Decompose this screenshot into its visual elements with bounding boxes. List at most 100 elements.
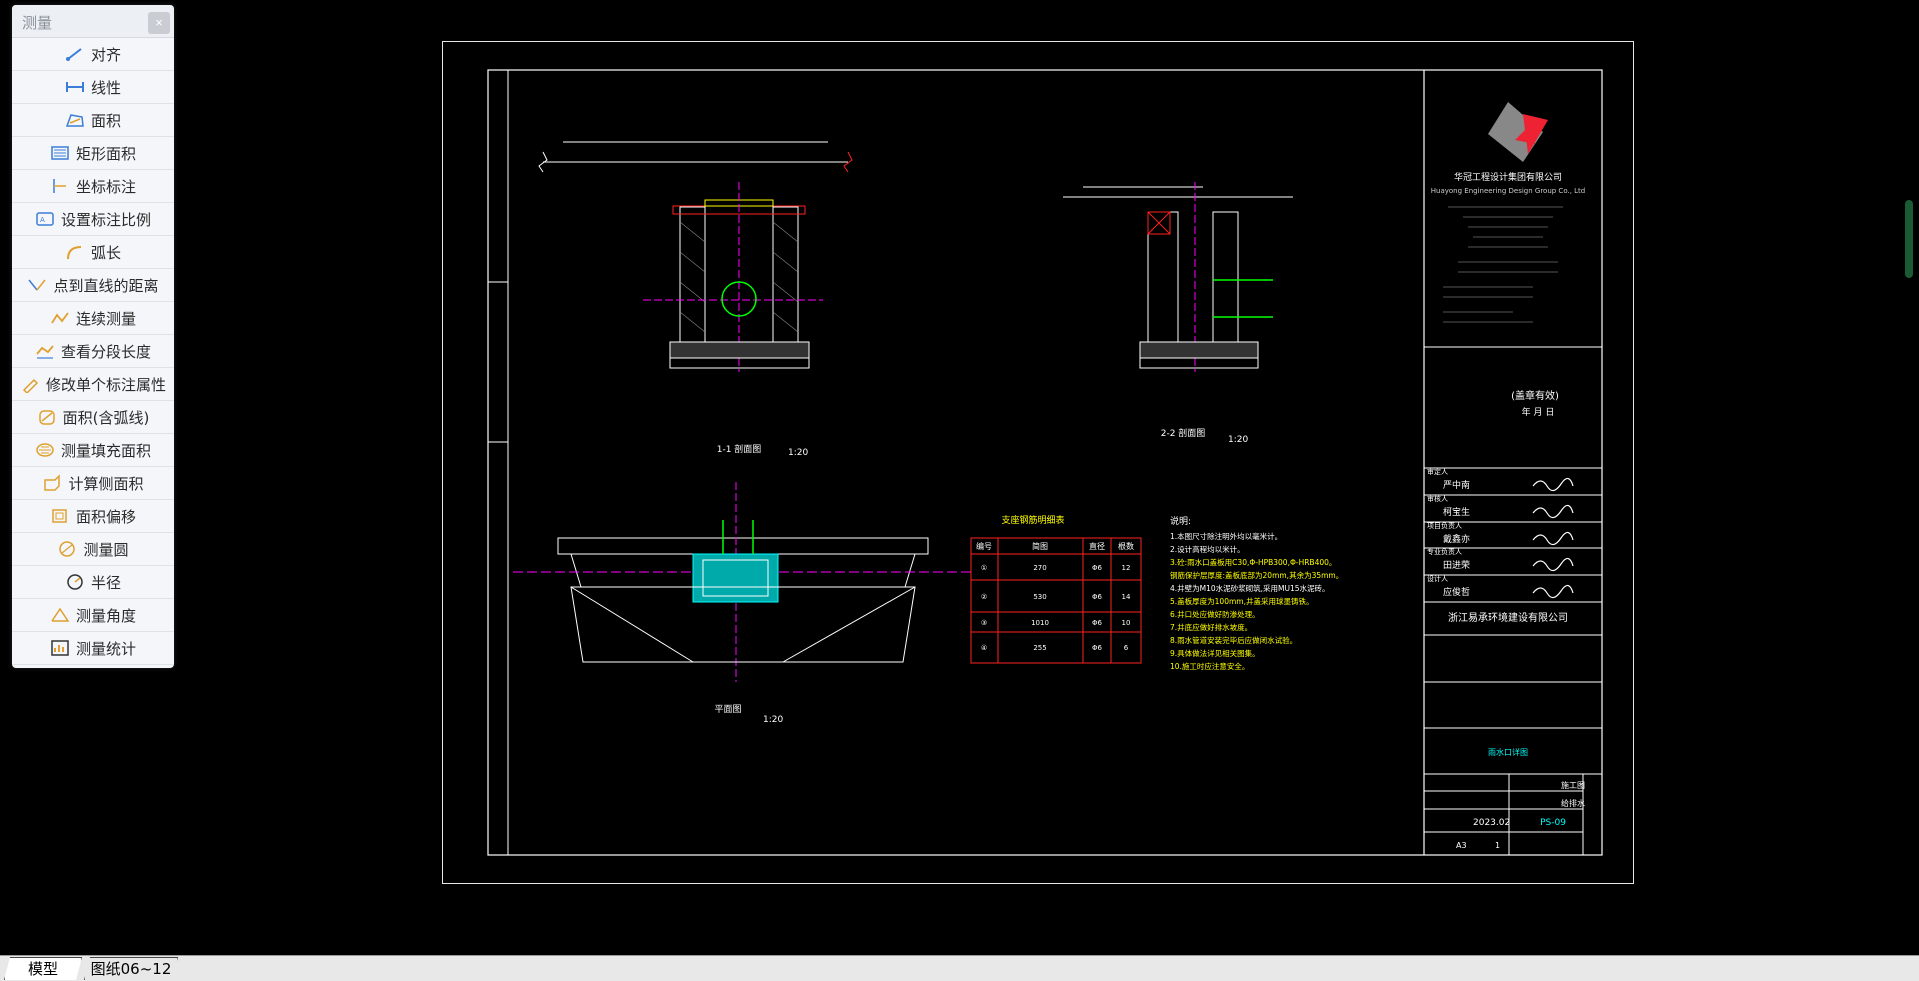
layout-tab-bar: 模型 图纸06~12 xyxy=(0,955,1919,981)
note-line: 7.井底应做好排水坡度。 xyxy=(1170,622,1252,632)
section-2-2-label: 2-2 剖面图 xyxy=(1161,427,1206,439)
tool-label: 坐标标注 xyxy=(75,177,136,196)
tool-label: 查看分段长度 xyxy=(60,342,151,361)
tool-list: 对齐 线性 面积矩形面积坐标标注 A 设置标注比例 弧长 点到直线的距离连续测量查看分段长度… xyxy=(12,38,174,665)
person-role: 项目负责人 xyxy=(1427,521,1462,530)
tool-label: 测量统计 xyxy=(75,639,136,658)
tool-edit-dimension[interactable]: 修改单个标注属性 xyxy=(12,368,174,401)
rebar-cell: 1010 xyxy=(1031,619,1049,627)
rebar-table-title: 支座钢筋明细表 xyxy=(1001,514,1064,526)
note-line: 5.盖板厚度为100mm,井盖采用球墨铸铁。 xyxy=(1170,596,1313,606)
note-line: 9.具体做法详见相关图集。 xyxy=(1170,648,1260,658)
tool-label: 测量圆 xyxy=(83,540,129,559)
person-name: 严中南 xyxy=(1443,479,1470,491)
tool-angle[interactable]: 测量角度 xyxy=(12,599,174,632)
person-name: 田进荣 xyxy=(1443,559,1470,571)
stamp-text: (盖章有效) xyxy=(1511,389,1559,402)
tool-statistics[interactable]: 测量统计 xyxy=(12,632,174,665)
tool-side-area[interactable]: 计算侧面积 xyxy=(12,467,174,500)
side-area-icon xyxy=(42,474,62,492)
rebar-table: 支座钢筋明细表 编号 简图 直径 根数 ① 270 Φ6 12 ② 530 Φ6 14 ③ 1010 Φ6 1… xyxy=(970,514,1142,664)
tool-linear-measure[interactable]: 线性 xyxy=(12,71,174,104)
coordinate-icon xyxy=(50,177,70,195)
linear-measure-icon xyxy=(65,78,85,96)
tool-circle-measure[interactable]: 测量圆 xyxy=(12,533,174,566)
note-line: 1.本图尺寸除注明外均以毫米计。 xyxy=(1170,531,1282,541)
drawing-sheet[interactable]: 华冠工程设计集团有限公司 Huayong Engineering Design … xyxy=(442,41,1634,884)
note-line: 3.砼:雨水口盖板用C30,Φ-HPB300,Φ-HRB400。 xyxy=(1170,557,1336,567)
tool-label: 测量填充面积 xyxy=(60,441,151,460)
plan-view: 平面图 1:20 xyxy=(513,482,973,725)
sheet-number: PS-09 xyxy=(1540,818,1566,828)
panel-header: 测量 × xyxy=(12,5,174,38)
rebar-cell: 6 xyxy=(1124,644,1129,652)
tool-continuous-measure[interactable]: 连续测量 xyxy=(12,302,174,335)
plan-scale: 1:20 xyxy=(763,715,783,725)
close-icon[interactable]: × xyxy=(148,12,170,34)
area-offset-icon xyxy=(50,507,70,525)
segment-length-icon xyxy=(35,342,55,360)
arc-length-icon xyxy=(65,243,85,261)
person-name: 柯宝生 xyxy=(1443,506,1470,518)
tab-model[interactable]: 模型 xyxy=(4,957,82,980)
tool-scale[interactable]: A 设置标注比例 xyxy=(12,203,174,236)
notes-title: 说明: xyxy=(1170,515,1191,527)
note-line: 8.雨水管道安装完毕后应做闭水试验。 xyxy=(1170,635,1297,645)
person-name: 应俊哲 xyxy=(1443,586,1470,598)
person-name: 戴鑫亦 xyxy=(1443,533,1470,545)
rebar-cell: 255 xyxy=(1033,644,1046,652)
signature-mark xyxy=(1532,531,1574,546)
tool-area-offset[interactable]: 面积偏移 xyxy=(12,500,174,533)
scroll-indicator[interactable] xyxy=(1905,200,1913,278)
version: 1 xyxy=(1495,841,1500,850)
continuous-measure-icon xyxy=(50,309,70,327)
tool-coordinate[interactable]: 坐标标注 xyxy=(12,170,174,203)
signature-mark xyxy=(1532,584,1574,599)
tool-fill-area[interactable]: 测量填充面积 xyxy=(12,434,174,467)
person-role: 审定人 xyxy=(1427,467,1448,476)
note-line: 4.井壁为M10水泥砂浆砌筑,采用MU15水泥砖。 xyxy=(1170,583,1330,593)
rebar-cell: ④ xyxy=(981,644,987,652)
tool-label: 计算侧面积 xyxy=(68,474,144,493)
rebar-cell: 530 xyxy=(1033,593,1046,601)
tool-arc-length[interactable]: 弧长 xyxy=(12,236,174,269)
design-notes: 说明: 1.本图尺寸除注明外均以毫米计。 2.设计高程均以米计。 3.砼:雨水口盖板… xyxy=(1170,515,1343,671)
tool-area[interactable]: 面积 xyxy=(12,104,174,137)
company-logo xyxy=(1488,102,1548,162)
section-2-2-scale: 1:20 xyxy=(1228,435,1248,445)
rebar-cell: Φ6 xyxy=(1092,564,1103,572)
scale-icon: A xyxy=(35,210,55,228)
tool-label: 面积偏移 xyxy=(75,507,136,526)
tool-radius[interactable]: 半径 xyxy=(12,566,174,599)
rebar-cell: ② xyxy=(981,593,987,601)
rebar-cell: 10 xyxy=(1122,619,1131,627)
rebar-cell: 270 xyxy=(1033,564,1046,572)
tool-label: 连续测量 xyxy=(75,309,136,328)
client-name: 浙江易承环境建设有限公司 xyxy=(1448,611,1568,624)
tab-sheet[interactable]: 图纸06~12 xyxy=(84,957,178,980)
angle-icon xyxy=(50,606,70,624)
drawing-title: 雨水口详图 xyxy=(1488,747,1528,757)
tool-rectangle-area[interactable]: 矩形面积 xyxy=(12,137,174,170)
plan-label: 平面图 xyxy=(714,704,741,715)
align-measure-icon xyxy=(65,45,85,63)
rebar-cell: ① xyxy=(981,564,987,572)
tool-align-measure[interactable]: 对齐 xyxy=(12,38,174,71)
tool-label: 修改单个标注属性 xyxy=(45,375,166,394)
tool-segment-length[interactable]: 查看分段长度 xyxy=(12,335,174,368)
company-name-en: Huayong Engineering Design Group Co., Lt… xyxy=(1431,187,1586,195)
note-line: 6.井口处应做好防渗处理。 xyxy=(1170,609,1260,619)
design-stage: 施工图 xyxy=(1561,780,1585,790)
tool-arc-area[interactable]: 面积(含弧线) xyxy=(12,401,174,434)
rebar-cell: Φ6 xyxy=(1092,644,1103,652)
rectangle-area-icon xyxy=(50,144,70,162)
signature-block: 审定人严中南审核人柯宝生项目负责人戴鑫亦专业负责人田进荣设计人应俊哲 xyxy=(1427,467,1574,599)
rebar-header: 根数 xyxy=(1118,541,1134,551)
section-1-1-scale: 1:20 xyxy=(788,448,808,458)
rebar-cell: Φ6 xyxy=(1092,619,1103,627)
cad-drawing: 华冠工程设计集团有限公司 Huayong Engineering Design … xyxy=(487,69,1603,856)
radius-icon xyxy=(65,573,85,591)
tool-label: 矩形面积 xyxy=(75,144,136,163)
rebar-header: 编号 xyxy=(976,541,992,551)
tool-point-line-distance[interactable]: 点到直线的距离 xyxy=(12,269,174,302)
